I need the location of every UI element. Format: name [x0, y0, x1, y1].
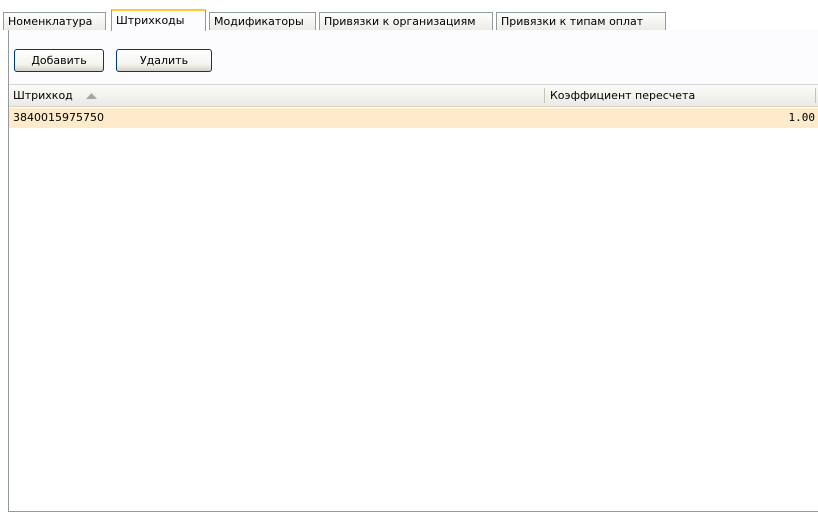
tab-strip: Номенклатура Штрихкоды Модификаторы Прив… — [3, 9, 818, 31]
column-divider[interactable] — [815, 88, 816, 103]
tab-organization-bindings[interactable]: Привязки к организациям — [319, 12, 493, 30]
tab-label: Привязки к типам оплат — [501, 15, 644, 28]
tab-nomenclature[interactable]: Номенклатура — [3, 12, 106, 30]
tab-barcodes[interactable]: Штрихкоды — [111, 9, 206, 31]
tab-label: Штрихкоды — [116, 14, 185, 27]
column-header-label: Коэффициент пересчета — [550, 89, 696, 102]
column-header-coefficient[interactable]: Коэффициент пересчета — [546, 85, 818, 106]
tab-label: Привязки к организациям — [324, 15, 476, 28]
delete-button[interactable]: Удалить — [116, 49, 212, 72]
tab-label: Модификаторы — [214, 15, 304, 28]
table-row[interactable]: 3840015975750 1.00 — [9, 108, 818, 128]
barcode-cell: 3840015975750 — [13, 111, 104, 124]
column-header-barcode[interactable]: Штрихкод — [9, 85, 546, 106]
barcodes-panel: Добавить Удалить Штрихкод Коэффициент пе… — [8, 30, 818, 512]
column-divider[interactable] — [544, 88, 545, 103]
tab-modifiers[interactable]: Модификаторы — [209, 12, 316, 30]
tab-label: Номенклатура — [8, 15, 93, 28]
barcodes-grid: Штрихкод Коэффициент пересчета 384001597… — [9, 84, 818, 512]
add-button[interactable]: Добавить — [14, 49, 104, 72]
coefficient-cell: 1.00 — [788, 111, 816, 124]
sort-ascending-icon — [86, 85, 98, 106]
grid-header: Штрихкод Коэффициент пересчета — [9, 85, 818, 107]
column-header-label: Штрихкод — [13, 89, 73, 102]
tab-payment-type-bindings[interactable]: Привязки к типам оплат — [496, 12, 666, 30]
